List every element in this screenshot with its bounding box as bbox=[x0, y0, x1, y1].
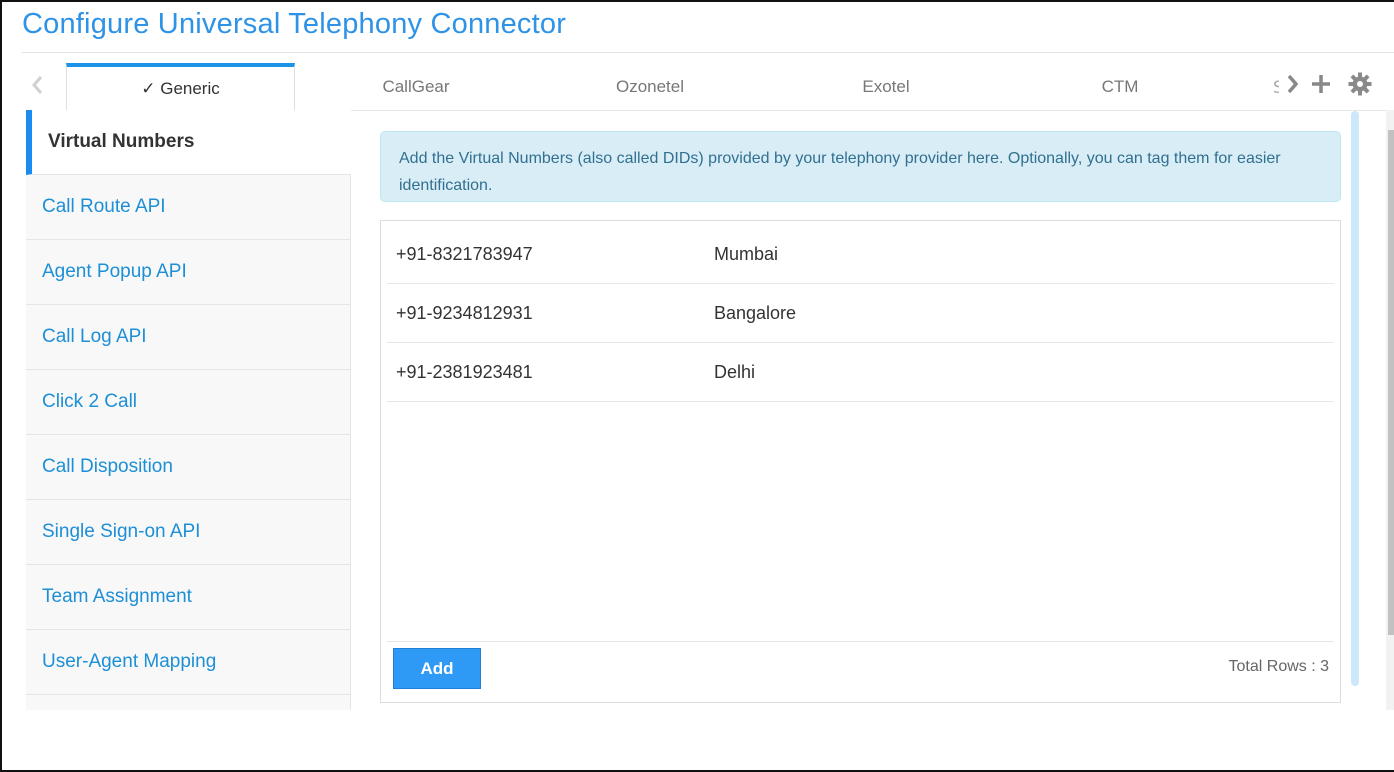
sidebar-item-user-agent-mapping[interactable]: User-Agent Mapping bbox=[26, 630, 351, 695]
tab-exotel[interactable]: Exotel bbox=[766, 63, 1006, 111]
number-tag: Delhi bbox=[714, 361, 756, 382]
sidebar-item-more[interactable] bbox=[26, 695, 351, 710]
title-divider bbox=[22, 52, 1394, 53]
page-title: Configure Universal Telephony Connector bbox=[22, 8, 567, 40]
sidebar: Virtual Numbers Call Route API Agent Pop… bbox=[26, 110, 351, 710]
table-footer-divider bbox=[387, 641, 1334, 642]
tab-callgear[interactable]: CallGear bbox=[296, 63, 536, 111]
virtual-number: +91-9234812931 bbox=[396, 302, 533, 323]
tab-ctm[interactable]: CTM bbox=[1000, 63, 1240, 111]
content-scrollbar[interactable] bbox=[1351, 111, 1359, 686]
main-content: Add the Virtual Numbers (also called DID… bbox=[380, 110, 1341, 710]
tab-generic[interactable]: ✓ Generic bbox=[66, 63, 295, 111]
sidebar-item-click-2-call[interactable]: Click 2 Call bbox=[26, 370, 351, 435]
number-tag: Bangalore bbox=[714, 302, 797, 323]
virtual-numbers-table: +91-8321783947 Mumbai +91-9234812931 Ban… bbox=[380, 220, 1341, 703]
sidebar-item-virtual-numbers[interactable]: Virtual Numbers bbox=[26, 110, 351, 175]
sidebar-item-team-assignment[interactable]: Team Assignment bbox=[26, 565, 351, 630]
sidebar-item-single-sign-on-api[interactable]: Single Sign-on API bbox=[26, 500, 351, 565]
sidebar-item-call-disposition[interactable]: Call Disposition bbox=[26, 435, 351, 500]
sidebar-item-call-route-api[interactable]: Call Route API bbox=[26, 175, 351, 240]
table-row[interactable]: +91-2381923481 Delhi bbox=[387, 343, 1334, 402]
gear-icon[interactable] bbox=[1348, 72, 1372, 100]
chevron-right-icon[interactable] bbox=[1286, 73, 1300, 99]
number-tag: Mumbai bbox=[714, 243, 779, 264]
table-row[interactable]: +91-8321783947 Mumbai bbox=[387, 225, 1334, 284]
sidebar-item-agent-popup-api[interactable]: Agent Popup API bbox=[26, 240, 351, 305]
page-scrollbar-thumb[interactable] bbox=[1388, 130, 1394, 635]
sidebar-item-call-log-api[interactable]: Call Log API bbox=[26, 305, 351, 370]
info-alert: Add the Virtual Numbers (also called DID… bbox=[380, 131, 1341, 202]
tab-controls bbox=[1286, 72, 1372, 100]
virtual-number: +91-8321783947 bbox=[396, 243, 533, 264]
total-rows: Total Rows : 3 bbox=[1228, 658, 1329, 675]
tab-ozonetel[interactable]: Ozonetel bbox=[530, 63, 770, 111]
chevron-left-icon[interactable] bbox=[30, 74, 50, 98]
table-row[interactable]: +91-9234812931 Bangalore bbox=[387, 284, 1334, 343]
add-button[interactable]: Add bbox=[393, 648, 481, 689]
tab-truncated[interactable]: S bbox=[1273, 78, 1279, 98]
virtual-number: +91-2381923481 bbox=[396, 361, 533, 382]
plus-icon[interactable] bbox=[1310, 73, 1332, 99]
